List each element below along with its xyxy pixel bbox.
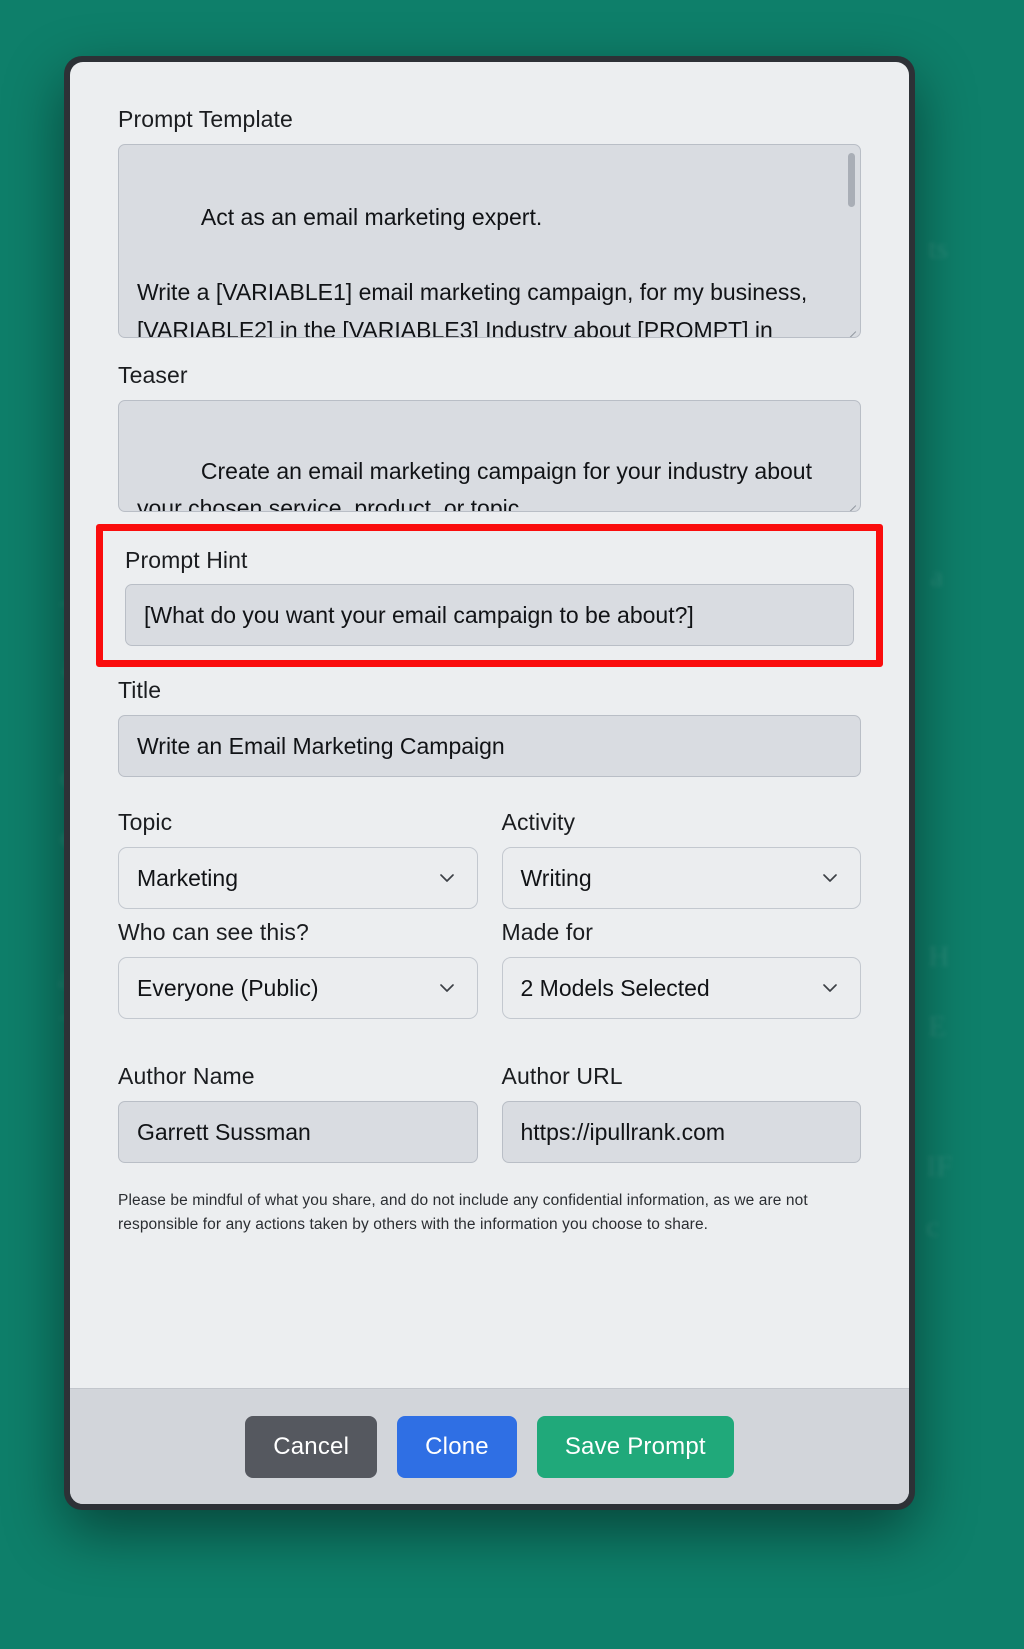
dialog-footer: Cancel Clone Save Prompt — [70, 1388, 909, 1504]
resize-handle-icon[interactable] — [843, 321, 860, 337]
activity-select[interactable]: Writing — [501, 847, 861, 909]
dialog-body: Prompt Template Act as an email marketin… — [70, 62, 909, 1388]
clone-button[interactable]: Clone — [397, 1415, 517, 1478]
activity-value: Writing — [520, 864, 592, 891]
teaser-label: Teaser — [118, 362, 188, 388]
author-url-field: Author URL https://ipullrank.com — [501, 1063, 861, 1163]
author-row: Author Name Garrett Sussman Author URL h… — [118, 1063, 861, 1163]
author-url-input[interactable]: https://ipullrank.com — [501, 1101, 861, 1163]
visibility-select[interactable]: Everyone (Public) — [118, 957, 478, 1019]
prompt-template-label: Prompt Template — [118, 106, 293, 132]
made-for-select[interactable]: 2 Models Selected — [501, 957, 861, 1019]
visibility-label: Who can see this? — [118, 919, 309, 945]
chevron-down-icon — [437, 978, 457, 998]
teaser-field: Teaser Create an email marketing campaig… — [118, 362, 861, 512]
chevron-down-icon — [820, 868, 840, 888]
prompt-template-textarea[interactable]: Act as an email marketing expert. Write … — [118, 144, 861, 338]
activity-field: Activity Writing — [501, 809, 861, 909]
author-name-label: Author Name — [118, 1063, 255, 1089]
topic-field: Topic Marketing — [118, 809, 478, 909]
author-name-field: Author Name Garrett Sussman — [118, 1063, 478, 1163]
prompt-hint-value: [What do you want your email campaign to… — [144, 601, 694, 628]
teaser-value: Create an email marketing campaign for y… — [137, 457, 819, 512]
title-input[interactable]: Write an Email Marketing Campaign — [118, 715, 861, 777]
topic-value: Marketing — [137, 864, 238, 891]
visibility-field: Who can see this? Everyone (Public) — [118, 919, 478, 1019]
prompt-template-field: Prompt Template Act as an email marketin… — [118, 106, 861, 338]
topic-label: Topic — [118, 809, 173, 835]
visibility-value: Everyone (Public) — [137, 974, 319, 1001]
author-url-value: https://ipullrank.com — [520, 1118, 726, 1145]
made-for-field: Made for 2 Models Selected — [501, 919, 861, 1019]
prompt-hint-highlight-box: Prompt Hint [What do you want your email… — [96, 524, 883, 667]
prompt-hint-label: Prompt Hint — [125, 547, 248, 573]
edit-prompt-dialog: Prompt Template Act as an email marketin… — [70, 62, 909, 1504]
prompt-template-value: Act as an email marketing expert. Write … — [137, 203, 808, 338]
title-field: Title Write an Email Marketing Campaign — [118, 677, 861, 777]
author-url-label: Author URL — [501, 1063, 623, 1089]
author-name-value: Garrett Sussman — [137, 1118, 311, 1145]
teaser-textarea[interactable]: Create an email marketing campaign for y… — [118, 400, 861, 512]
cancel-button[interactable]: Cancel — [245, 1415, 378, 1478]
made-for-label: Made for — [501, 919, 594, 945]
activity-label: Activity — [501, 809, 576, 835]
chevron-down-icon — [437, 868, 457, 888]
save-prompt-button[interactable]: Save Prompt — [536, 1415, 734, 1478]
prompt-hint-input[interactable]: [What do you want your email campaign to… — [125, 584, 854, 646]
made-for-value: 2 Models Selected — [520, 974, 710, 1001]
visibility-madefor-row: Who can see this? Everyone (Public) Made… — [118, 919, 861, 1019]
chevron-down-icon — [820, 978, 840, 998]
resize-handle-icon[interactable] — [843, 495, 860, 511]
author-name-input[interactable]: Garrett Sussman — [118, 1101, 478, 1163]
title-value: Write an Email Marketing Campaign — [137, 732, 505, 759]
title-label: Title — [118, 677, 162, 703]
prompt-template-scrollbar[interactable] — [848, 153, 855, 207]
modal-frame: Prompt Template Act as an email marketin… — [64, 56, 915, 1510]
share-disclaimer-text: Please be mindful of what you share, and… — [118, 1192, 808, 1234]
topic-activity-row: Topic Marketing Activity Writing — [118, 809, 861, 909]
topic-select[interactable]: Marketing — [118, 847, 478, 909]
